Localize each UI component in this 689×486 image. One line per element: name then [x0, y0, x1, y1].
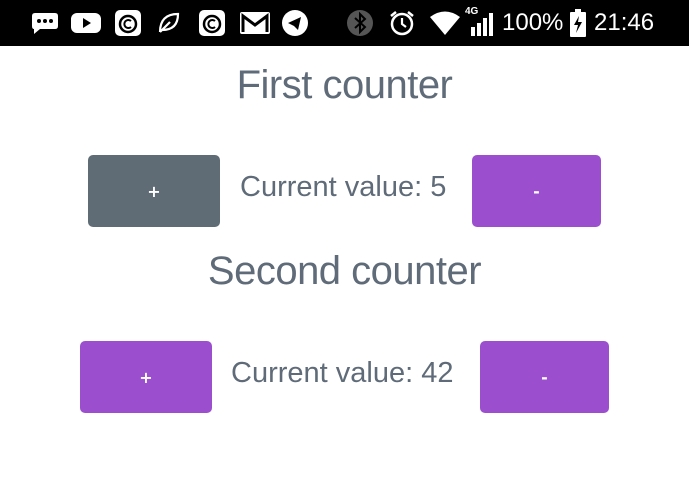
second-counter-increment-button[interactable]: +	[80, 341, 212, 413]
app-c-icon	[113, 9, 143, 37]
first-counter-decrement-button[interactable]: -	[472, 155, 601, 227]
gmail-icon	[238, 9, 272, 37]
battery-charging-icon	[568, 9, 588, 37]
first-counter-value: Current value: 5	[240, 171, 447, 203]
wifi-icon	[428, 9, 462, 37]
clock: 21:46	[594, 9, 655, 36]
status-bar: 4G 100% 21:46	[0, 0, 689, 46]
app-c-icon	[197, 9, 227, 37]
leaf-icon	[155, 9, 183, 37]
first-counter-title: First counter	[236, 63, 453, 107]
first-counter-increment-button[interactable]: +	[88, 155, 220, 227]
alarm-icon	[387, 9, 417, 37]
second-counter-title: Second counter	[207, 249, 482, 293]
network-type-label: 4G	[465, 6, 479, 17]
bluetooth-icon	[345, 9, 375, 37]
youtube-icon	[70, 9, 102, 37]
battery-percent: 100%	[502, 9, 564, 36]
second-counter-value: Current value: 42	[231, 357, 454, 389]
chat-bubble-icon	[30, 9, 60, 37]
telegram-icon	[280, 9, 310, 37]
second-counter-decrement-button[interactable]: -	[480, 341, 609, 413]
